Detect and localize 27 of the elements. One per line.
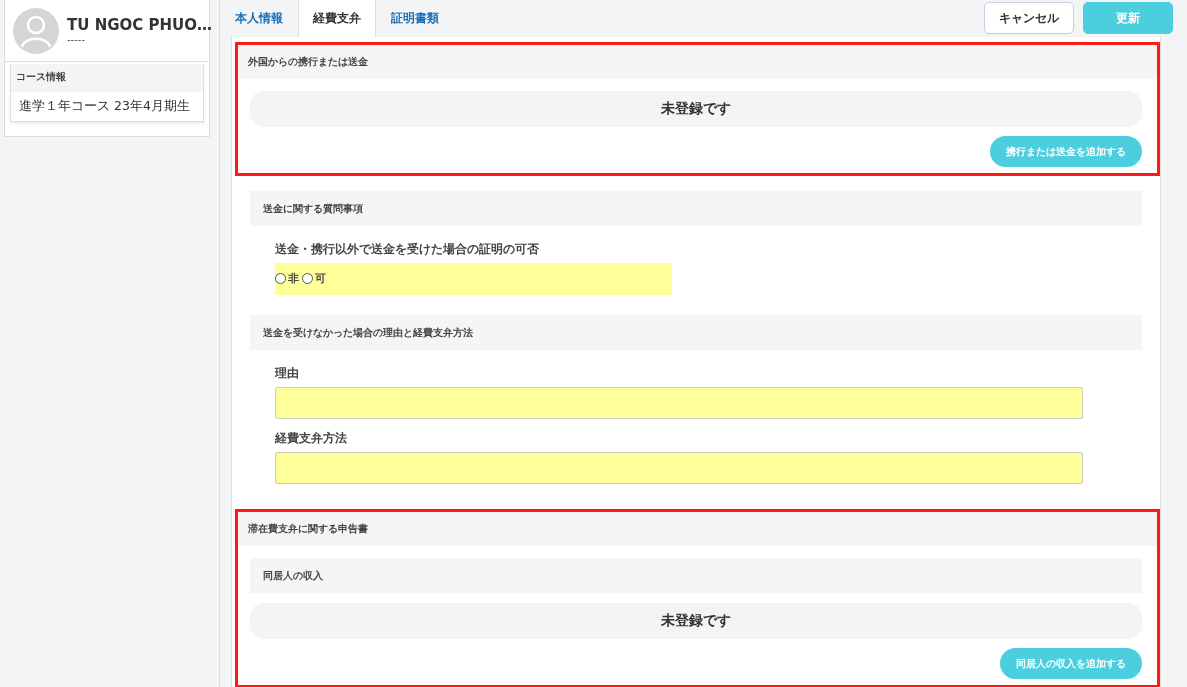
input-field[interactable] [275,452,1083,484]
tab[interactable]: 経費支弁 [298,0,376,37]
radio-option[interactable]: 非 [275,271,299,286]
field-label: 理由 [275,365,300,382]
cancel-button[interactable]: キャンセル [984,2,1074,34]
course-heading: コース情報 [11,64,203,92]
empty-notice: 未登録です [250,603,1142,639]
radio-icon[interactable] [275,273,286,284]
empty-notice: 未登録です [250,91,1142,127]
radio-label: 可 [315,271,326,286]
tab[interactable]: 本人情報 [220,0,298,37]
subsection-heading: 送金を受けなかった場合の理由と経費支弁方法 [250,315,1142,350]
subsection-heading: 送金に関する質問事項 [250,191,1142,226]
course-value: 進学１年コース 23年4月期生 [11,92,203,121]
field-label: 送金・携行以外で送金を受けた場合の証明の可否 [275,241,540,258]
section-heading: 滞在費支弁に関する申告書 [238,512,1157,546]
field-label: 経費支弁方法 [275,430,348,447]
radio-label: 非 [288,271,299,286]
student-subtitle: ----- [67,34,87,45]
student-name: TU NGOC PHUO… [67,16,212,34]
radio-icon[interactable] [302,273,313,284]
subsection-heading: 同居人の収入 [250,558,1142,593]
tab[interactable]: 証明書類 [376,0,454,37]
avatar-icon [13,7,59,54]
input-field[interactable] [275,387,1083,419]
radio-option[interactable]: 可 [302,271,326,286]
section-heading: 外国からの携行または送金 [238,45,1157,79]
